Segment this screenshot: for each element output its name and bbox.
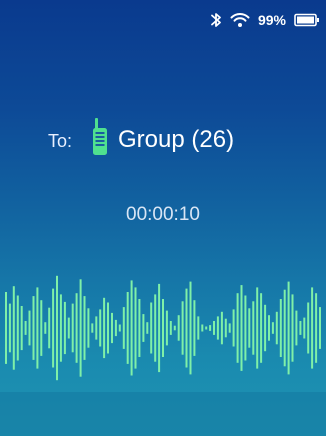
call-target-row: To: Group (26)	[48, 118, 234, 161]
waveform-bar	[315, 293, 318, 363]
waveform-bar	[197, 316, 200, 340]
waveform-bar	[20, 306, 23, 351]
waveform-bar	[295, 310, 298, 346]
waveform-bar	[40, 300, 43, 356]
waveform-bar	[79, 279, 82, 377]
waveform-bar	[169, 321, 172, 335]
waveform-bar	[224, 318, 227, 338]
waveform-bar	[52, 288, 55, 368]
waveform-bar	[103, 297, 106, 359]
waveform-bar	[244, 295, 247, 361]
waveform-bar	[271, 322, 274, 334]
waveform-bar	[8, 303, 11, 353]
waveform-bar	[260, 293, 263, 363]
radio-icon	[92, 118, 108, 161]
waveform-bar	[283, 289, 286, 367]
waveform-bar	[138, 299, 141, 357]
waveform-bar	[122, 307, 125, 349]
waveform-bar	[118, 324, 121, 332]
waveform-bar	[307, 302, 310, 354]
waveform-bar	[240, 285, 243, 371]
waveform-bar	[16, 295, 19, 361]
waveform-bar	[162, 299, 164, 357]
waveform-bar	[71, 303, 74, 353]
waveform-bar	[209, 325, 212, 331]
waveform-bar	[87, 308, 90, 348]
call-timer: 00:00:10	[126, 204, 200, 225]
group-name: Group (26)	[118, 125, 235, 153]
waveform-bar	[48, 307, 51, 349]
waveform-bar	[111, 312, 113, 344]
waveform-bar	[126, 292, 129, 364]
waveform-bar	[268, 315, 270, 341]
waveform-bar	[279, 299, 282, 357]
waveform-bar	[228, 323, 231, 333]
waveform-bar	[12, 286, 15, 370]
waveform-bar	[91, 323, 94, 333]
waveform-bar	[114, 319, 117, 337]
bottom-bar	[0, 392, 326, 436]
waveform-bar	[299, 321, 302, 335]
waveform-bar	[5, 292, 7, 364]
status-bar: 99%	[210, 8, 320, 32]
waveform-bar	[56, 275, 58, 381]
waveform-bar	[205, 326, 208, 330]
waveform-bar	[44, 322, 47, 334]
voice-call-screen: 99% To: Group (26) 00:00:10	[0, 0, 326, 436]
waveform-bar	[59, 294, 62, 362]
waveform-bar	[248, 308, 251, 348]
waveform-bar	[232, 309, 235, 347]
waveform-bar	[150, 302, 153, 354]
waveform-bar	[311, 287, 314, 369]
waveform-bar	[193, 300, 196, 356]
waveform-bar	[67, 317, 70, 339]
waveform-bar	[32, 296, 35, 360]
waveform-bar	[28, 310, 31, 346]
waveform-bar	[291, 294, 294, 362]
waveform-bar	[264, 304, 267, 352]
waveform-bar	[213, 321, 215, 335]
waveform-bar	[256, 287, 259, 369]
battery-percent: 99%	[257, 12, 286, 28]
waveform-bar	[189, 281, 192, 375]
waveform-bar	[142, 314, 145, 342]
waveform-bar	[95, 316, 98, 340]
waveform-bar	[83, 296, 86, 360]
battery-icon	[294, 13, 320, 27]
bluetooth-icon	[210, 11, 222, 29]
waveform-bar	[201, 324, 204, 332]
waveform-bar	[220, 311, 223, 345]
waveform-bar	[319, 307, 321, 349]
waveform-bar	[185, 288, 188, 368]
waveform-bar	[130, 280, 133, 376]
waveform-bar	[287, 281, 290, 375]
waveform-bar	[154, 294, 157, 362]
to-label: To:	[48, 131, 73, 151]
waveform-bar	[173, 325, 176, 331]
waveform-bar	[24, 321, 27, 335]
waveform-bar	[107, 302, 109, 354]
wifi-icon	[230, 12, 250, 28]
waveform-bar	[177, 315, 180, 341]
waveform-bar	[134, 287, 137, 369]
waveform-bar	[275, 311, 278, 345]
waveform-bar	[165, 310, 168, 346]
waveform-bar	[36, 287, 39, 369]
waveform-bar	[99, 309, 102, 347]
waveform-bar	[236, 293, 239, 363]
waveform-bar	[252, 301, 255, 355]
waveform-bar	[303, 317, 306, 339]
waveform-bar	[216, 316, 219, 340]
waveform-bar	[146, 322, 149, 334]
waveform-bar	[63, 301, 66, 355]
waveform-bar	[158, 283, 161, 373]
audio-waveform	[5, 275, 321, 381]
waveform-bar	[181, 301, 184, 355]
waveform-bar	[75, 293, 78, 363]
